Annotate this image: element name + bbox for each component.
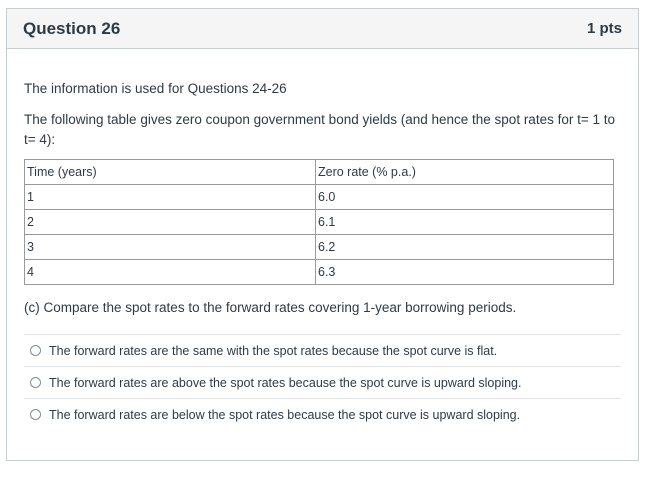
question-body: The information is used for Questions 24…: [7, 79, 638, 430]
table-cell: 4: [24, 259, 316, 285]
answer-label: The forward rates are above the spot rat…: [49, 375, 522, 390]
table-row: 3 6.2: [24, 234, 614, 260]
answer-option-3[interactable]: The forward rates are below the spot rat…: [24, 398, 621, 430]
question-prompt: (c) Compare the spot rates to the forwar…: [24, 300, 517, 315]
table-header-row: Time (years) Zero rate (% p.a.): [24, 159, 614, 185]
table-header-cell: Zero rate (% p.a.): [315, 159, 614, 185]
question-card: Question 26 1 pts The information is use…: [6, 8, 639, 461]
answer-list: The forward rates are the same with the …: [24, 334, 621, 430]
question-title: Question 26: [23, 18, 121, 38]
table-cell: 6.3: [315, 259, 614, 285]
radio-button[interactable]: [30, 377, 41, 388]
table-row: 1 6.0: [24, 184, 614, 210]
table-header-cell: Time (years): [24, 159, 316, 185]
intro-text: The information is used for Questions 24…: [24, 81, 287, 96]
table-row: 2 6.1: [24, 209, 614, 235]
table-cell: 3: [24, 234, 316, 260]
table-cell: 1: [24, 184, 316, 210]
table-cell: 6.2: [315, 234, 614, 260]
table-cell: 6.0: [315, 184, 614, 210]
question-header: Question 26 1 pts: [7, 9, 638, 49]
table-row: 4 6.3: [24, 259, 614, 285]
table-cell: 2: [24, 209, 316, 235]
radio-button[interactable]: [30, 345, 41, 356]
answer-option-2[interactable]: The forward rates are above the spot rat…: [24, 366, 621, 398]
question-points: 1 pts: [586, 20, 622, 37]
answer-label: The forward rates are below the spot rat…: [49, 407, 521, 422]
description-text: The following table gives zero coupon go…: [24, 112, 615, 147]
radio-button[interactable]: [30, 409, 41, 420]
rates-table: Time (years) Zero rate (% p.a.) 1 6.0 2 …: [24, 159, 614, 285]
answer-option-1[interactable]: The forward rates are the same with the …: [24, 334, 621, 366]
answer-label: The forward rates are the same with the …: [49, 343, 498, 358]
table-cell: 6.1: [315, 209, 614, 235]
